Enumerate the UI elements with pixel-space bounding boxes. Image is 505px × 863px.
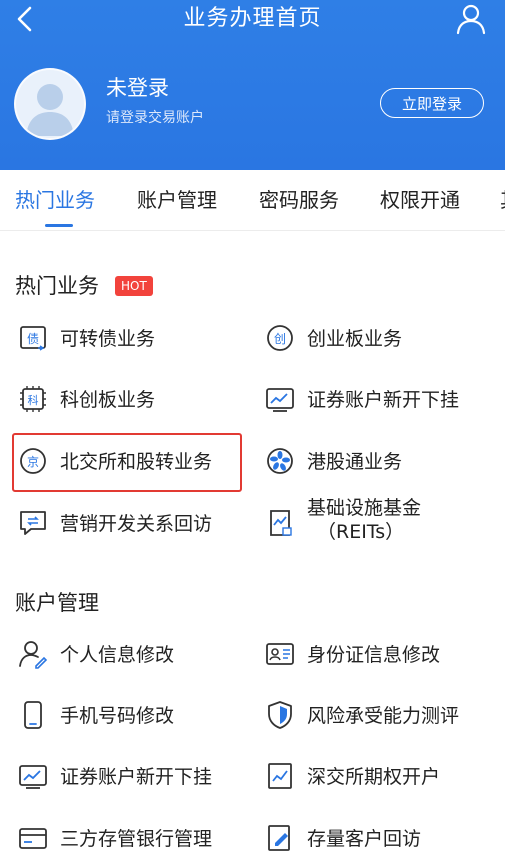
chinext-icon: 创 bbox=[267, 325, 293, 351]
shield-icon bbox=[268, 701, 292, 729]
menu-item-new-securities-account[interactable]: 证券账户新开下挂 bbox=[265, 382, 495, 418]
tab-bar: 热门业务 账户管理 密码服务 权限开通 其 bbox=[0, 170, 505, 231]
edit-note-icon bbox=[268, 825, 290, 851]
menu-item-label: 个人信息修改 bbox=[60, 644, 175, 666]
tab-more[interactable]: 其 bbox=[500, 170, 505, 230]
menu-item-label: 风险承受能力测评 bbox=[307, 705, 460, 727]
hk-connect-icon bbox=[267, 448, 293, 474]
options-icon bbox=[268, 763, 292, 789]
hot-badge: HOT bbox=[115, 276, 153, 296]
menu-item-label: 营销开发关系回访 bbox=[60, 513, 213, 535]
menu-item-label: 深交所期权开户 bbox=[307, 766, 441, 788]
menu-item-label: 存量客户回访 bbox=[307, 828, 422, 850]
reits-icon bbox=[270, 510, 292, 536]
securities-account-icon bbox=[19, 765, 47, 789]
menu-item-reits[interactable]: 基础设施基金 （REITs） bbox=[265, 497, 495, 543]
tab-account[interactable]: 账户管理 bbox=[137, 170, 217, 230]
menu-item-label-line1: 基础设施基金 bbox=[307, 497, 422, 519]
page-title: 业务办理首页 bbox=[183, 6, 322, 31]
menu-item-new-securities-account-2[interactable]: 证券账户新开下挂 bbox=[18, 759, 248, 795]
id-card-icon bbox=[266, 643, 294, 665]
phone-icon bbox=[24, 701, 42, 729]
bank-card-icon bbox=[19, 828, 47, 849]
menu-item-label: 身份证信息修改 bbox=[307, 644, 441, 666]
securities-account-icon bbox=[266, 388, 294, 412]
menu-item-chinext[interactable]: 创 创业板业务 bbox=[265, 321, 485, 357]
menu-item-id-card[interactable]: 身份证信息修改 bbox=[265, 637, 485, 673]
bond-icon: 债 bbox=[20, 326, 46, 351]
menu-item-label: 港股通业务 bbox=[307, 451, 403, 473]
star-market-icon: 科 bbox=[20, 386, 46, 412]
menu-item-label: 科创板业务 bbox=[60, 389, 156, 411]
menu-item-label: 可转债业务 bbox=[60, 328, 156, 350]
menu-item-convertible-bond[interactable]: 债 可转债业务 bbox=[18, 321, 238, 357]
chat-revisit-icon bbox=[20, 511, 46, 535]
tab-permission[interactable]: 权限开通 bbox=[380, 170, 460, 230]
menu-item-label: 证券账户新开下挂 bbox=[60, 766, 213, 788]
svg-text:创: 创 bbox=[274, 332, 286, 346]
menu-item-marketing-revisit[interactable]: 营销开发关系回访 bbox=[18, 506, 258, 542]
avatar[interactable] bbox=[14, 68, 86, 140]
person-edit-icon bbox=[19, 641, 48, 669]
menu-item-label: 证券账户新开下挂 bbox=[307, 389, 460, 411]
profile-card: 未登录 请登录交易账户 立即登录 bbox=[14, 68, 494, 140]
svg-text:债: 债 bbox=[27, 332, 39, 346]
menu-item-star-market[interactable]: 科 科创板业务 bbox=[18, 382, 238, 418]
menu-item-phone[interactable]: 手机号码修改 bbox=[18, 698, 238, 734]
user-login-hint: 请登录交易账户 bbox=[106, 110, 204, 126]
user-name: 未登录 bbox=[106, 76, 169, 100]
user-icon bbox=[456, 4, 486, 35]
login-button[interactable]: 立即登录 bbox=[380, 88, 484, 118]
highlight-frame bbox=[12, 433, 242, 492]
tab-password[interactable]: 密码服务 bbox=[259, 170, 339, 230]
menu-item-label-line2: （REITs） bbox=[317, 521, 405, 543]
menu-item-label: 三方存管银行管理 bbox=[60, 828, 213, 850]
menu-item-personal-info[interactable]: 个人信息修改 bbox=[18, 637, 238, 673]
menu-item-hk-connect[interactable]: 港股通业务 bbox=[265, 444, 485, 480]
section-title-account: 账户管理 bbox=[15, 591, 99, 615]
section-title-hot: 热门业务 bbox=[15, 274, 99, 298]
menu-item-label: 创业板业务 bbox=[307, 328, 403, 350]
user-center-button[interactable] bbox=[455, 3, 487, 35]
menu-item-client-revisit[interactable]: 存量客户回访 bbox=[265, 821, 495, 857]
svg-text:科: 科 bbox=[28, 393, 39, 407]
menu-item-bank-depository[interactable]: 三方存管银行管理 bbox=[18, 821, 248, 857]
header: 业务办理首页 未登录 请登录交易账户 立即登录 bbox=[0, 0, 505, 170]
top-bar: 业务办理首页 bbox=[0, 0, 505, 38]
avatar-silhouette-icon bbox=[26, 84, 74, 136]
active-tab-indicator bbox=[45, 224, 73, 227]
menu-item-risk-assessment[interactable]: 风险承受能力测评 bbox=[265, 698, 495, 734]
menu-item-szse-options[interactable]: 深交所期权开户 bbox=[265, 759, 495, 795]
tab-hot[interactable]: 热门业务 bbox=[15, 170, 95, 230]
menu-item-label: 手机号码修改 bbox=[60, 705, 175, 727]
